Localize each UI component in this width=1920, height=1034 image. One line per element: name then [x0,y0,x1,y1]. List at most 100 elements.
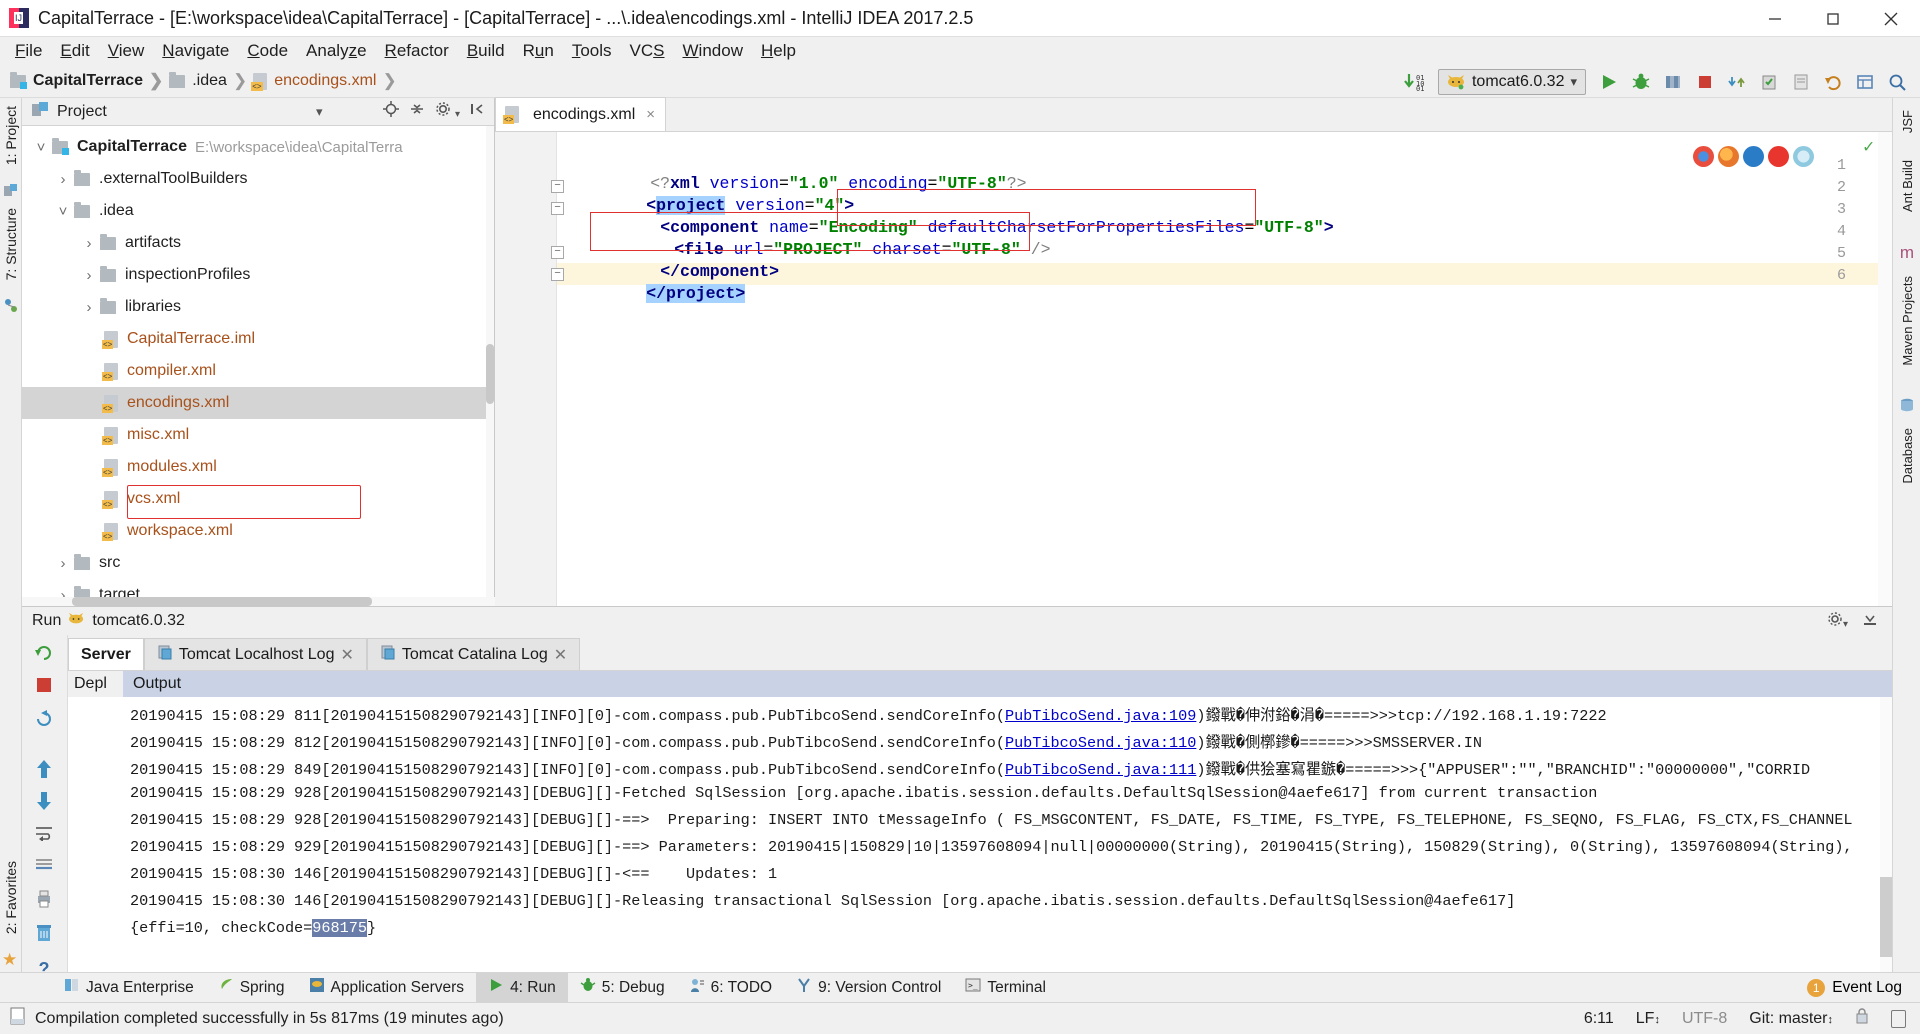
right-strip-item-jsf[interactable]: JSF [1900,110,1915,133]
up-arrow-icon[interactable] [30,755,58,783]
close-button[interactable] [1862,0,1920,37]
scroll-to-end-icon[interactable] [30,851,58,879]
right-strip-item-ant-build[interactable]: Ant Build [1900,160,1915,212]
lock-icon[interactable] [1855,1008,1869,1029]
editor-gutter[interactable] [495,132,557,606]
left-strip-project-button[interactable]: 1: Project [3,106,19,165]
stop-button[interactable] [1690,68,1720,96]
breadcrumb-item-idea[interactable]: .idea ❯ [169,71,253,91]
tree-item-workspace-xml[interactable]: workspace.xml [22,515,494,547]
chevron-right-icon[interactable]: › [78,235,100,252]
chrome-icon[interactable] [1693,146,1714,167]
down-arrow-icon[interactable] [30,787,58,815]
stack-trace-link[interactable]: PubTibcoSend.java:110 [1005,734,1196,752]
menu-code[interactable]: Code [238,39,297,63]
hide-toolbar-icon[interactable] [1891,1009,1906,1028]
hide-panel-icon[interactable] [470,101,486,122]
run-tab-tomcat-localhost-log[interactable]: Tomcat Localhost Log ✕ [143,638,367,670]
project-tree-vertical-scrollbar[interactable] [486,126,494,606]
breadcrumb-item-project[interactable]: CapitalTerrace ❯ [10,71,169,91]
tree-item-externaltoolbuilders[interactable]: › .externalToolBuilders [22,163,494,195]
chevron-right-icon[interactable]: › [78,267,100,284]
editor-tab-encodings-xml[interactable]: encodings.xml × [495,97,667,131]
run-configuration-selector[interactable]: tomcat6.0.32 ▾ [1437,68,1586,95]
editor-vertical-scrollbar[interactable] [1878,132,1892,606]
collapse-all-icon[interactable] [409,101,425,122]
vcs-commit-button[interactable] [1754,68,1784,96]
fold-marker-icon[interactable]: − [551,246,564,259]
tree-item-capitalterrace[interactable]: ˅ CapitalTerrace E:\workspace\idea\Capit… [22,131,494,163]
clear-all-icon[interactable] [30,919,58,947]
bottom-button-application-servers[interactable]: Application Servers [297,973,477,1003]
stack-trace-link[interactable]: PubTibcoSend.java:109 [1005,707,1196,725]
bottom-button-todo[interactable]: 6: TODO [677,973,784,1003]
search-everywhere-icon[interactable] [1882,68,1912,96]
tree-item-src[interactable]: › src [22,547,494,579]
stop-icon[interactable] [30,671,58,699]
settings-gear-icon[interactable]: ▾ [435,101,460,122]
run-tab-tomcat-catalina-log[interactable]: Tomcat Catalina Log ✕ [366,638,581,670]
breadcrumb-item-file[interactable]: encodings.xml ❯ [251,71,403,91]
file-encoding[interactable]: UTF-8 [1682,1010,1727,1028]
tree-item-modules-xml[interactable]: modules.xml [22,451,494,483]
rerun-icon[interactable] [30,639,58,667]
update-running-application-icon[interactable]: 01 10 01 [1400,68,1430,96]
console-output[interactable]: 20190415 15:08:29 811[201904151508290792… [68,697,1892,977]
run-with-coverage-button[interactable] [1658,68,1688,96]
undo-button[interactable] [1818,68,1848,96]
menu-edit[interactable]: Edit [51,39,98,63]
run-tab-server[interactable]: Server [68,638,144,670]
project-tree-horizontal-scrollbar[interactable] [22,597,495,606]
tree-item-capitalterrace-iml[interactable]: CapitalTerrace.iml [22,323,494,355]
vcs-update-button[interactable] [1722,68,1752,96]
print-icon[interactable] [30,885,58,913]
code-editor[interactable]: 1 2 3 4 5 6 − − − − <?xml version="1.0" … [495,132,1892,606]
menu-tools[interactable]: Tools [563,39,621,63]
hide-panel-icon[interactable] [1862,611,1878,632]
tree-item-libraries[interactable]: › libraries [22,291,494,323]
caret-position[interactable]: 6:11 [1584,1010,1614,1028]
safari-icon[interactable] [1793,146,1814,167]
chevron-right-icon[interactable]: › [52,171,74,188]
soft-wrap-icon[interactable] [30,819,58,847]
bottom-button-run[interactable]: 4: Run [476,972,568,1003]
tree-item-vcs-xml[interactable]: vcs.xml [22,483,494,515]
event-log-button[interactable]: 1 Event Log [1807,978,1920,997]
menu-view[interactable]: View [99,39,154,63]
right-strip-item-database[interactable]: Database [1900,428,1915,484]
close-tab-icon[interactable]: ✕ [554,645,567,665]
firefox-icon[interactable] [1718,146,1739,167]
close-tab-icon[interactable]: ✕ [340,645,353,665]
bottom-button-debug[interactable]: 5: Debug [568,973,677,1003]
edge-icon[interactable] [1743,146,1764,167]
minimize-button[interactable] [1746,0,1804,37]
vcs-history-button[interactable] [1786,68,1816,96]
tree-item-artifacts[interactable]: › artifacts [22,227,494,259]
menu-vcs[interactable]: VCS [621,39,674,63]
stack-trace-link[interactable]: PubTibcoSend.java:111 [1005,761,1196,779]
memory-indicator-icon[interactable] [10,1007,25,1030]
locate-icon[interactable] [382,101,399,122]
bottom-button-java-enterprise[interactable]: Java Enterprise [52,973,206,1003]
fold-marker-icon[interactable]: − [551,268,564,281]
bottom-button-version-control[interactable]: 9: Version Control [784,973,953,1003]
maximize-button[interactable] [1804,0,1862,37]
run-button[interactable] [1594,68,1624,96]
fold-marker-icon[interactable]: − [551,202,564,215]
menu-file[interactable]: File [6,39,51,63]
debug-button[interactable] [1626,68,1656,96]
console-vertical-scrollbar[interactable] [1880,697,1892,977]
menu-help[interactable]: Help [752,39,805,63]
right-strip-item-maven-projects[interactable]: Maven Projects [1900,276,1915,366]
fold-marker-icon[interactable]: − [551,180,564,193]
bottom-button-terminal[interactable]: >_ Terminal [953,973,1058,1003]
restart-icon[interactable] [30,705,58,733]
tree-item-misc-xml[interactable]: misc.xml [22,419,494,451]
chevron-down-icon[interactable]: ▾ [316,104,323,120]
menu-window[interactable]: Window [674,39,752,63]
tree-item-inspectionprofiles[interactable]: › inspectionProfiles [22,259,494,291]
opera-icon[interactable] [1768,146,1789,167]
chevron-right-icon[interactable]: › [78,299,100,316]
close-icon[interactable] [0,865,12,893]
tree-item-encodings-xml[interactable]: encodings.xml [22,387,494,419]
